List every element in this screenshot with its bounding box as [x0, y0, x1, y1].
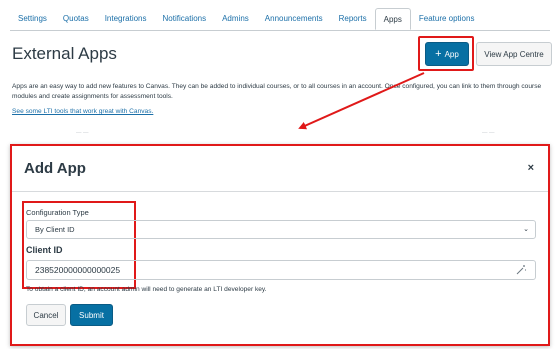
tab-announcements[interactable]: Announcements	[257, 8, 331, 30]
tab-quotas[interactable]: Quotas	[55, 8, 97, 30]
tab-notifications[interactable]: Notifications	[155, 8, 215, 30]
modal-divider	[12, 191, 548, 192]
apps-description: Apps are an easy way to add new features…	[12, 83, 542, 100]
settings-tabs: Settings Quotas Integrations Notificatio…	[10, 8, 482, 30]
faded-background-text: — —	[76, 130, 89, 136]
client-id-value: 238520000000000025	[35, 265, 121, 275]
lti-tools-link[interactable]: See some LTI tools that work great with …	[12, 108, 153, 115]
tab-feature-options[interactable]: Feature options	[411, 8, 483, 30]
submit-button[interactable]: Submit	[70, 304, 113, 326]
add-app-modal: Add App × Configuration Type By Client I…	[10, 144, 550, 346]
add-app-label: App	[444, 49, 459, 59]
client-id-help-text: To obtain a client ID, an account admin …	[26, 286, 267, 293]
client-id-input[interactable]: 238520000000000025	[26, 260, 536, 280]
plus-icon: +	[435, 47, 442, 60]
client-id-label: Client ID	[26, 245, 63, 255]
magic-wand-icon[interactable]	[515, 264, 527, 276]
view-app-centre-button[interactable]: View App Centre	[476, 42, 552, 66]
config-type-label: Configuration Type	[26, 208, 89, 217]
tab-settings[interactable]: Settings	[10, 8, 55, 30]
page-title: External Apps	[12, 44, 117, 63]
chevron-down-icon: ⌄	[523, 226, 529, 233]
config-type-select[interactable]: By Client ID ⌄	[26, 220, 536, 239]
tab-integrations[interactable]: Integrations	[97, 8, 155, 30]
tabs-divider	[10, 30, 550, 31]
config-type-value: By Client ID	[35, 225, 75, 234]
faded-background-text: — —	[482, 130, 495, 136]
add-app-button[interactable]: + App	[425, 42, 469, 66]
close-icon[interactable]: ×	[528, 162, 534, 174]
tab-admins[interactable]: Admins	[214, 8, 257, 30]
modal-title: Add App	[24, 160, 86, 177]
tab-apps[interactable]: Apps	[374, 8, 411, 30]
tab-reports[interactable]: Reports	[331, 8, 375, 30]
cancel-button[interactable]: Cancel	[26, 304, 66, 326]
